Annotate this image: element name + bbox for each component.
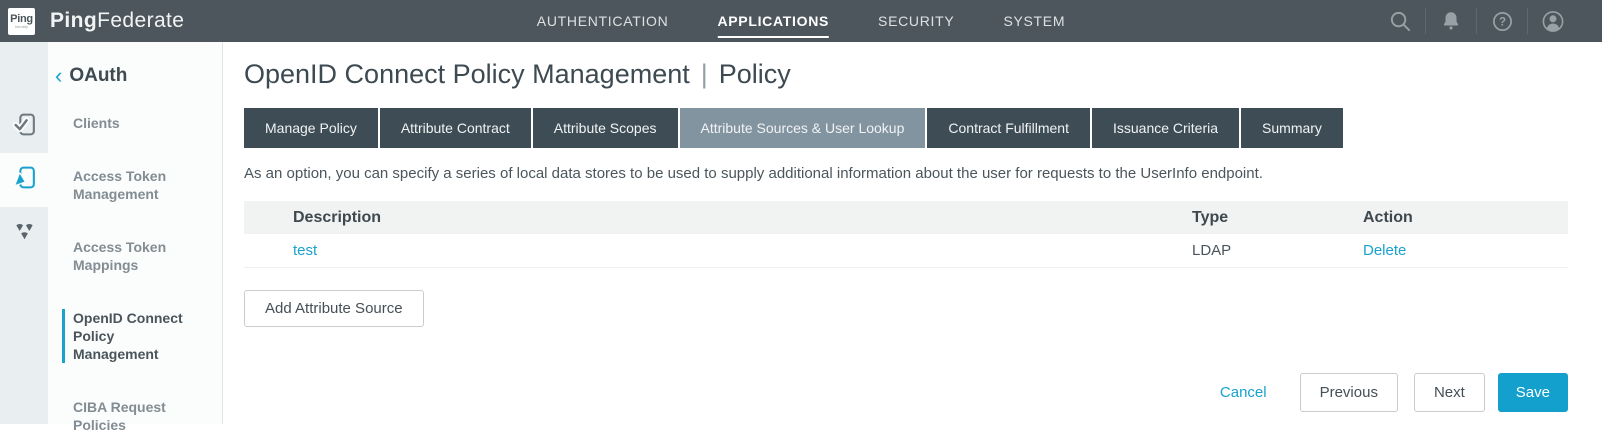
- nav-authentication[interactable]: AUTHENTICATION: [537, 4, 669, 38]
- topbar-divider: [1425, 8, 1426, 34]
- sidebar-icon-rail: [0, 42, 48, 424]
- sidebar-item-access-token-management[interactable]: Access Token Management: [73, 167, 201, 203]
- sidebar-item-access-token-mappings[interactable]: Access Token Mappings: [73, 238, 201, 274]
- delete-link[interactable]: Delete: [1363, 242, 1406, 259]
- sidebar-menu: ‹ OAuth Clients Access Token Management …: [48, 42, 222, 424]
- ping-logo-text: Ping: [10, 14, 33, 25]
- column-header-type: Type: [1192, 209, 1363, 227]
- column-header-action: Action: [1363, 209, 1568, 227]
- account-avatar-icon[interactable]: [1541, 9, 1565, 33]
- clients-check-icon: [11, 111, 38, 143]
- nav-system[interactable]: SYSTEM: [1003, 4, 1065, 38]
- topbar-divider: [1476, 8, 1477, 34]
- topbar-divider: [1527, 8, 1528, 34]
- app-title-rest: Federate: [97, 9, 184, 32]
- sidebar-item-ciba-request-policies[interactable]: CIBA Request Policies: [73, 398, 201, 434]
- ping-logo[interactable]: Ping Identity: [8, 8, 35, 35]
- attribute-source-link[interactable]: test: [293, 242, 317, 259]
- column-header-description: Description: [244, 209, 1192, 227]
- app-title: PingFederate: [50, 9, 184, 33]
- rail-item-clients[interactable]: [0, 100, 48, 153]
- attribute-source-type: LDAP: [1192, 242, 1363, 259]
- tab-bar: Manage Policy Attribute Contract Attribu…: [244, 108, 1343, 148]
- tab-attribute-sources-user-lookup[interactable]: Attribute Sources & User Lookup: [680, 108, 928, 148]
- add-attribute-source-button[interactable]: Add Attribute Source: [244, 290, 424, 327]
- mappings-icon: [12, 219, 37, 249]
- save-button[interactable]: Save: [1498, 373, 1568, 412]
- tab-summary[interactable]: Summary: [1241, 108, 1343, 148]
- top-bar: Ping Identity PingFederate AUTHENTICATIO…: [0, 0, 1602, 42]
- tab-issuance-criteria[interactable]: Issuance Criteria: [1092, 108, 1241, 148]
- sidebar: ‹ OAuth Clients Access Token Management …: [0, 42, 223, 424]
- tab-contract-fulfillment[interactable]: Contract Fulfillment: [927, 108, 1092, 148]
- main-content: OpenID Connect Policy Management|Policy …: [223, 42, 1602, 424]
- previous-button[interactable]: Previous: [1300, 373, 1398, 412]
- rail-item-mappings[interactable]: [0, 207, 48, 260]
- page-description: As an option, you can specify a series o…: [244, 165, 1568, 182]
- cancel-link[interactable]: Cancel: [1220, 384, 1267, 401]
- topbar-icons: ?: [1375, 8, 1578, 34]
- access-token-icon: [11, 164, 38, 196]
- table-header-row: Description Type Action: [244, 201, 1568, 234]
- tab-attribute-contract[interactable]: Attribute Contract: [380, 108, 533, 148]
- footer-actions: Cancel Previous Next Save: [1220, 373, 1568, 412]
- page-title: OpenID Connect Policy Management | Policy: [244, 59, 1568, 90]
- ping-logo-subtext: Identity: [15, 25, 28, 29]
- chevron-left-icon: ‹: [55, 67, 62, 85]
- main-nav: AUTHENTICATION APPLICATIONS SECURITY SYS…: [537, 0, 1065, 42]
- page-title-main: OpenID Connect Policy Management: [244, 59, 690, 89]
- search-icon[interactable]: [1388, 9, 1412, 33]
- nav-applications[interactable]: APPLICATIONS: [717, 4, 829, 38]
- tab-attribute-scopes[interactable]: Attribute Scopes: [533, 108, 680, 148]
- help-icon[interactable]: ?: [1490, 9, 1514, 33]
- table-row: test LDAP Delete: [244, 234, 1568, 268]
- svg-text:?: ?: [1498, 16, 1505, 28]
- notifications-bell-icon[interactable]: [1439, 9, 1463, 33]
- sidebar-item-clients[interactable]: Clients: [73, 114, 201, 132]
- app-title-bold: Ping: [50, 9, 97, 32]
- attribute-sources-table: Description Type Action test LDAP Delete: [244, 201, 1568, 268]
- sidebar-item-openid-connect-policy-management[interactable]: OpenID Connect Policy Management: [62, 309, 190, 363]
- page-title-separator: |: [701, 59, 708, 89]
- nav-security[interactable]: SECURITY: [878, 4, 954, 38]
- rail-item-access-token[interactable]: [0, 153, 48, 207]
- page-title-suffix: Policy: [719, 59, 791, 89]
- sidebar-back-oauth[interactable]: ‹ OAuth: [55, 65, 222, 87]
- sidebar-section-title: OAuth: [69, 65, 127, 87]
- tab-manage-policy[interactable]: Manage Policy: [244, 108, 380, 148]
- next-button[interactable]: Next: [1414, 373, 1485, 412]
